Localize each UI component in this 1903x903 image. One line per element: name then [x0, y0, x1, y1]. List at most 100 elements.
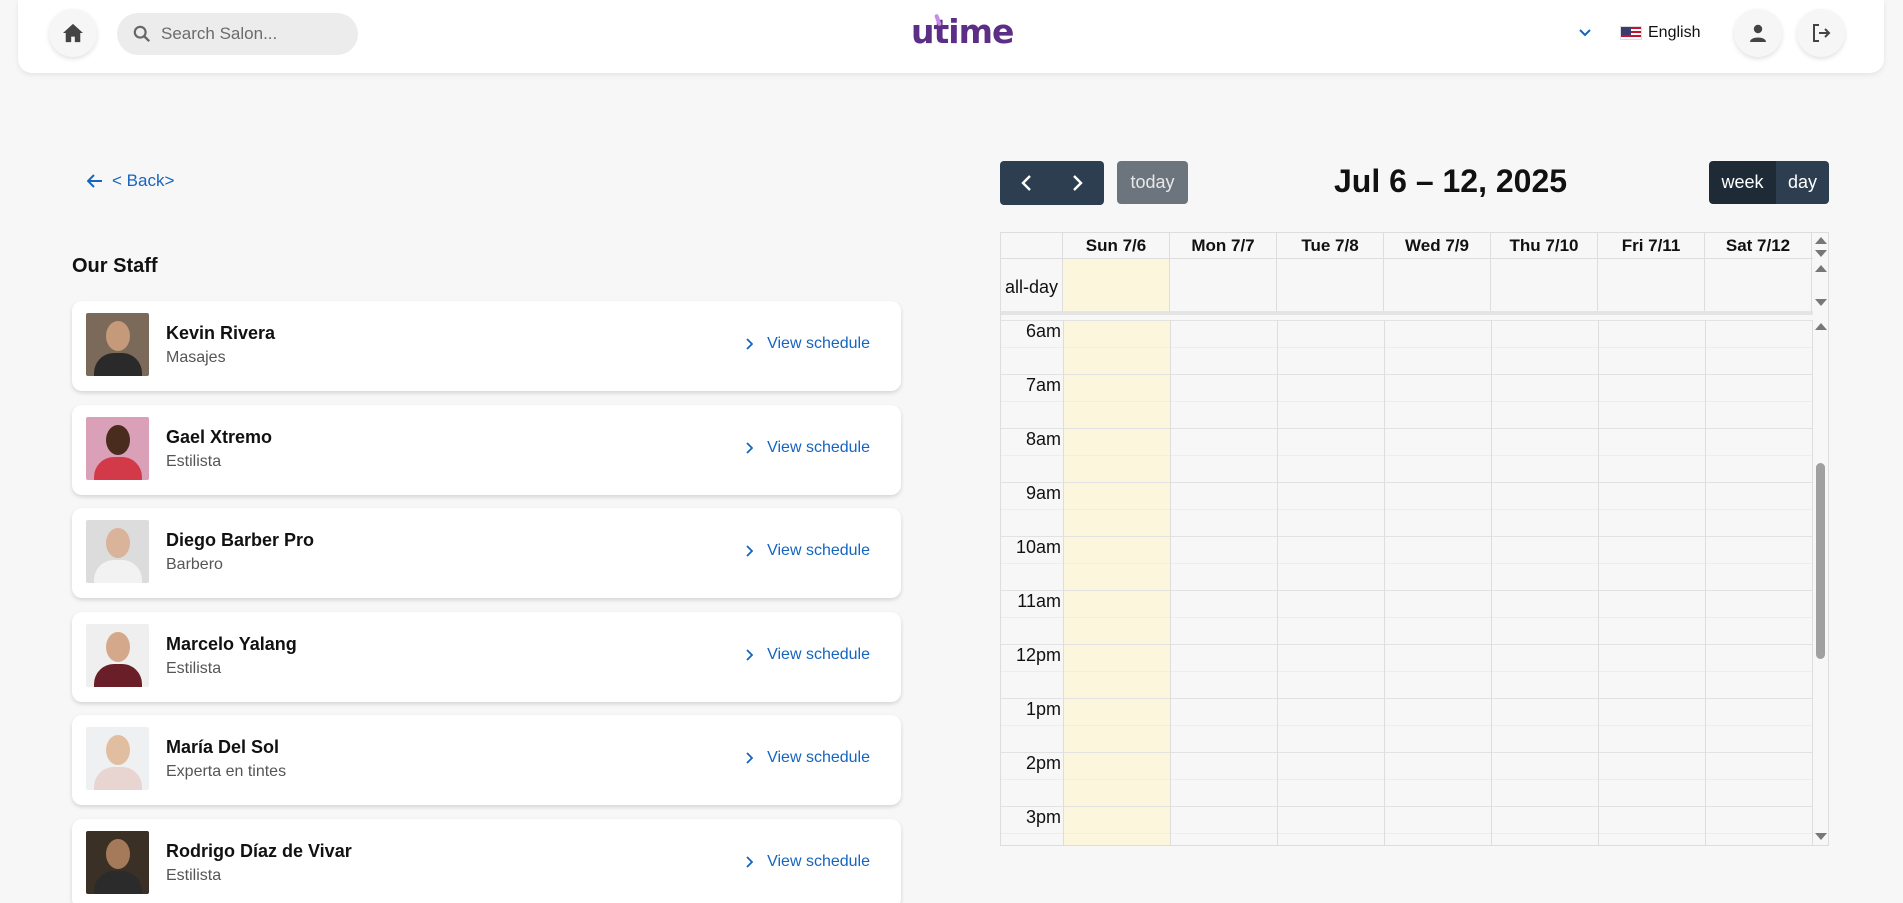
- day-header: Sun 7/6: [1063, 233, 1170, 258]
- scroll-down-icon[interactable]: [1815, 250, 1827, 257]
- all-day-cell[interactable]: [1277, 259, 1384, 311]
- all-day-cell[interactable]: [1598, 259, 1705, 311]
- logout-icon: [1813, 24, 1831, 42]
- all-day-cell[interactable]: [1491, 259, 1598, 311]
- staff-name: Marcelo Yalang: [166, 634, 297, 654]
- day-header: Mon 7/7: [1170, 233, 1277, 258]
- view-schedule-link[interactable]: View schedule: [745, 542, 870, 560]
- half-hour-slot[interactable]: [1001, 725, 1813, 752]
- time-label: 10am: [1015, 537, 1061, 557]
- view-schedule-link[interactable]: View schedule: [745, 439, 870, 457]
- column-divider: [1598, 320, 1599, 845]
- view-toggle: week day: [1709, 161, 1829, 204]
- week-calendar: Sun 7/6 Mon 7/7 Tue 7/8 Wed 7/9 Thu 7/10 Fri …: [1000, 232, 1829, 846]
- scroll-up-icon[interactable]: [1815, 323, 1827, 330]
- profile-button[interactable]: [1734, 9, 1782, 57]
- scroll-down-icon[interactable]: [1815, 299, 1827, 306]
- staff-card: Gael Xtremo Estilista View schedule: [72, 405, 901, 495]
- view-schedule-link[interactable]: View schedule: [745, 749, 870, 767]
- today-button[interactable]: today: [1117, 161, 1188, 204]
- logo: utime: [911, 12, 1014, 54]
- time-label: 1pm: [1025, 699, 1061, 719]
- view-schedule-label: View schedule: [767, 542, 870, 559]
- scroll-up-icon[interactable]: [1815, 237, 1827, 244]
- logo-text: utime: [911, 12, 1014, 51]
- half-hour-slot[interactable]: [1001, 347, 1813, 374]
- view-schedule-label: View schedule: [767, 335, 870, 352]
- hour-slot[interactable]: [1001, 698, 1813, 725]
- chevron-right-icon: [746, 856, 754, 868]
- search-box[interactable]: [117, 13, 358, 55]
- calendar-nav: [1000, 161, 1104, 205]
- avatar: [86, 624, 149, 687]
- time-label: 8am: [1025, 429, 1061, 449]
- hour-slot[interactable]: [1001, 320, 1813, 347]
- half-hour-slot[interactable]: [1001, 455, 1813, 482]
- hour-slot[interactable]: [1001, 806, 1813, 833]
- staff-role: Estilista: [166, 453, 222, 470]
- logout-button[interactable]: [1797, 9, 1845, 57]
- day-view-button[interactable]: day: [1776, 161, 1829, 204]
- staff-role: Masajes: [166, 349, 226, 366]
- us-flag-icon: [1620, 26, 1642, 40]
- all-day-cell[interactable]: [1705, 259, 1812, 311]
- calendar-title: Jul 6 – 12, 2025: [1334, 163, 1568, 199]
- half-hour-slot[interactable]: [1001, 779, 1813, 806]
- prev-week-button[interactable]: [1000, 161, 1052, 205]
- column-divider: [1277, 320, 1278, 845]
- half-hour-slot[interactable]: [1001, 401, 1813, 428]
- all-day-cell[interactable]: [1063, 259, 1170, 311]
- hour-slot[interactable]: [1001, 590, 1813, 617]
- hour-slot[interactable]: [1001, 428, 1813, 455]
- column-divider: [1491, 320, 1492, 845]
- hour-slot[interactable]: [1001, 482, 1813, 509]
- calendar-scrollbar[interactable]: [1811, 233, 1828, 845]
- hour-slot[interactable]: [1001, 536, 1813, 563]
- half-hour-slot[interactable]: [1001, 617, 1813, 644]
- view-schedule-link[interactable]: View schedule: [745, 646, 870, 664]
- all-day-row: all-day: [1001, 259, 1813, 315]
- day-header: Wed 7/9: [1384, 233, 1491, 258]
- view-schedule-link[interactable]: View schedule: [745, 335, 870, 353]
- half-hour-slot[interactable]: [1001, 833, 1813, 845]
- search-icon: [133, 25, 151, 43]
- staff-role: Estilista: [166, 867, 222, 884]
- arrow-left-icon: [87, 174, 102, 188]
- view-schedule-label: View schedule: [767, 749, 870, 766]
- all-day-cell[interactable]: [1170, 259, 1277, 311]
- next-week-button[interactable]: [1052, 161, 1104, 205]
- scrollbar-thumb[interactable]: [1816, 463, 1825, 659]
- avatar: [86, 831, 149, 894]
- chevron-right-icon: [746, 649, 754, 661]
- view-schedule-link[interactable]: View schedule: [745, 853, 870, 871]
- staff-card: Rodrigo Díaz de Vivar Estilista View sch…: [72, 819, 901, 903]
- scroll-down-icon[interactable]: [1815, 833, 1827, 840]
- chevron-down-icon[interactable]: [1578, 25, 1592, 43]
- all-day-cell[interactable]: [1384, 259, 1491, 311]
- week-view-button[interactable]: week: [1709, 161, 1776, 204]
- time-label: 9am: [1025, 483, 1061, 503]
- calendar-day-header: Sun 7/6 Mon 7/7 Tue 7/8 Wed 7/9 Thu 7/10 Fri …: [1001, 233, 1813, 259]
- chevron-right-icon: [746, 442, 754, 454]
- hour-slot[interactable]: [1001, 644, 1813, 671]
- scroll-up-icon[interactable]: [1815, 265, 1827, 272]
- avatar: [86, 313, 149, 376]
- staff-name: Rodrigo Díaz de Vivar: [166, 841, 352, 861]
- staff-card: Kevin Rivera Masajes View schedule: [72, 301, 901, 391]
- back-link[interactable]: < Back>: [87, 171, 174, 191]
- chevron-right-icon: [1073, 175, 1083, 191]
- staff-card: Diego Barber Pro Barbero View schedule: [72, 508, 901, 598]
- chevron-right-icon: [746, 752, 754, 764]
- chevron-right-icon: [746, 545, 754, 557]
- time-grid[interactable]: 6am 7am 8am 9am 10am 11am 12pm 1pm 2pm 3pm: [1001, 320, 1813, 845]
- half-hour-slot[interactable]: [1001, 671, 1813, 698]
- hour-slot[interactable]: [1001, 752, 1813, 779]
- search-input[interactable]: [161, 24, 341, 44]
- staff-name: Kevin Rivera: [166, 323, 276, 343]
- home-button[interactable]: [49, 9, 97, 57]
- language-selector[interactable]: English: [1620, 24, 1700, 42]
- half-hour-slot[interactable]: [1001, 509, 1813, 536]
- hour-slot[interactable]: [1001, 374, 1813, 401]
- column-divider: [1170, 320, 1171, 845]
- half-hour-slot[interactable]: [1001, 563, 1813, 590]
